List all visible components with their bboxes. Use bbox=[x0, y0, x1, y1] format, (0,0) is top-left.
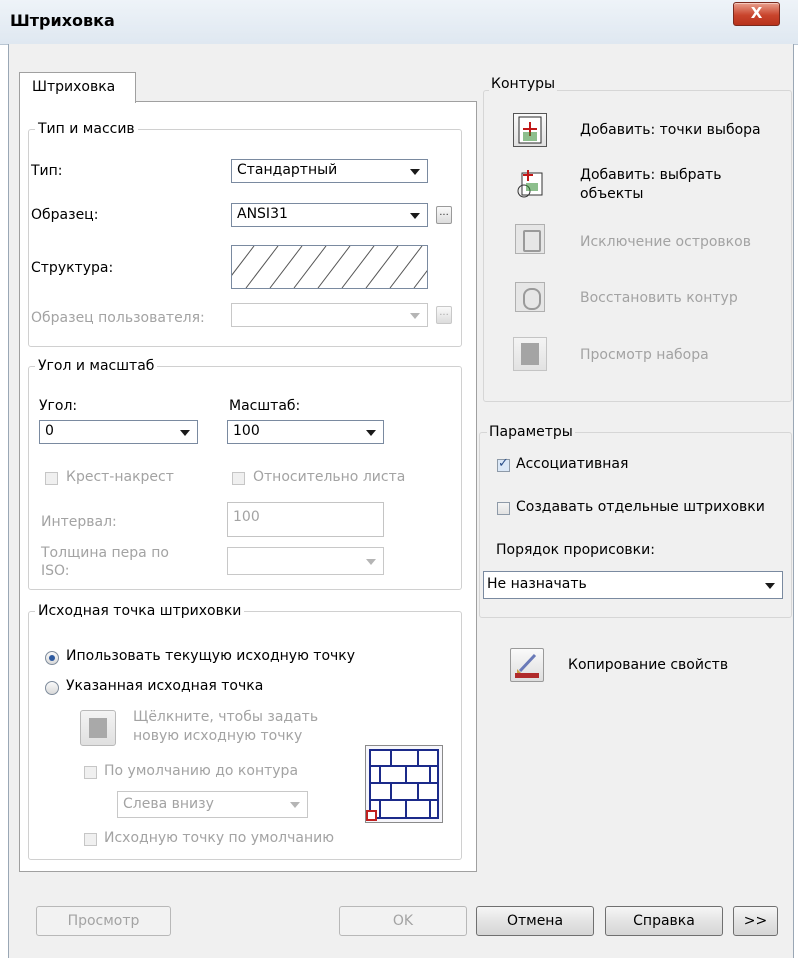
brush-icon bbox=[515, 653, 539, 678]
angle-select-value: 0 bbox=[45, 423, 54, 439]
relative-paper-checkbox[interactable] bbox=[232, 472, 245, 485]
type-label: Тип: bbox=[31, 163, 63, 179]
help-button[interactable]: Справка bbox=[605, 906, 723, 936]
view-selection-icon bbox=[521, 343, 539, 365]
origin-position-value: Слева внизу bbox=[123, 796, 214, 812]
store-default-origin-checkbox[interactable] bbox=[84, 833, 97, 846]
recreate-boundary-label: Восстановить контур bbox=[580, 290, 738, 306]
pattern-browse-button[interactable]: ... bbox=[436, 206, 452, 224]
click-set-origin-text-2: новую исходную точку bbox=[133, 728, 303, 744]
add-pick-points-button[interactable] bbox=[513, 113, 547, 147]
double-label: Крест-накрест bbox=[66, 469, 174, 485]
inherit-properties-label: Копирование свойств bbox=[568, 657, 729, 673]
chevron-down-icon bbox=[405, 306, 425, 324]
angle-label: Угол: bbox=[39, 398, 78, 414]
default-to-boundary-label: По умолчанию до контура bbox=[104, 763, 299, 779]
default-to-boundary-checkbox[interactable] bbox=[84, 766, 97, 779]
angle-select[interactable]: 0 bbox=[39, 420, 198, 444]
scale-select-value: 100 bbox=[233, 423, 260, 439]
origin-position-select[interactable]: Слева внизу bbox=[117, 791, 308, 818]
inherit-properties-button[interactable] bbox=[510, 648, 544, 682]
store-default-origin-label: Исходную точку по умолчанию bbox=[104, 830, 334, 846]
spacing-input-value: 100 bbox=[233, 509, 260, 525]
add-pick-points-label: Добавить: точки выбора bbox=[580, 122, 761, 138]
view-selection-button[interactable] bbox=[513, 337, 547, 371]
draw-order-label: Порядок прорисовки: bbox=[496, 542, 655, 558]
separate-hatches-label: Создавать отдельные штриховки bbox=[516, 499, 765, 515]
remove-islands-button[interactable] bbox=[515, 224, 545, 254]
custom-pattern-label: Образец пользователя: bbox=[31, 310, 205, 326]
window-title: Штриховка bbox=[10, 11, 115, 30]
custom-browse-button[interactable]: ... bbox=[436, 306, 452, 324]
close-button[interactable]: X bbox=[733, 2, 780, 26]
contours-legend: Контуры bbox=[489, 76, 558, 92]
chevron-down-icon bbox=[405, 206, 425, 224]
pattern-select-value: ANSI31 bbox=[237, 206, 288, 222]
hatch-swatch[interactable] bbox=[221, 245, 447, 289]
separate-hatches-checkbox[interactable] bbox=[497, 502, 510, 515]
chevron-down-icon bbox=[760, 576, 780, 594]
draw-order-select[interactable]: Не назначать bbox=[483, 571, 783, 599]
pick-points-icon bbox=[518, 116, 542, 144]
brick-pattern-icon bbox=[366, 749, 439, 821]
set-origin-icon bbox=[89, 718, 107, 738]
iso-pen-select[interactable] bbox=[227, 547, 384, 575]
associative-checkbox[interactable] bbox=[497, 456, 510, 472]
hatch-pattern-preview bbox=[221, 245, 447, 289]
scale-label: Масштаб: bbox=[229, 398, 301, 414]
chevron-down-icon bbox=[175, 423, 195, 441]
double-checkbox[interactable] bbox=[45, 472, 58, 485]
structure-label: Структура: bbox=[31, 260, 114, 276]
draw-order-value: Не назначать bbox=[487, 576, 587, 592]
type-select-value: Стандартный bbox=[237, 162, 338, 178]
associative-label: Ассоциативная bbox=[516, 456, 629, 472]
more-options-button[interactable]: >> bbox=[733, 906, 778, 936]
specified-origin-radio[interactable] bbox=[45, 681, 59, 695]
add-select-objects-label-2: объекты bbox=[580, 186, 644, 202]
spacing-input[interactable]: 100 bbox=[227, 502, 384, 537]
chevron-down-icon bbox=[405, 162, 425, 180]
title-bar: Штриховка X bbox=[0, 0, 798, 45]
use-current-origin-label: Ипользовать текущую исходную точку bbox=[66, 648, 356, 664]
remove-islands-icon bbox=[523, 230, 541, 252]
spacing-label: Интервал: bbox=[41, 514, 117, 530]
pattern-select[interactable]: ANSI31 bbox=[231, 203, 428, 227]
origin-legend: Исходная точка штриховки bbox=[38, 603, 242, 619]
options-legend: Параметры bbox=[487, 424, 575, 440]
chevron-down-icon bbox=[361, 423, 381, 441]
type-select[interactable]: Стандартный bbox=[231, 159, 428, 183]
angle-scale-legend: Угол и масштаб bbox=[38, 358, 155, 374]
view-selection-label: Просмотр набора bbox=[580, 347, 709, 363]
iso-pen-label-line2: ISO: bbox=[41, 563, 70, 579]
custom-pattern-select[interactable] bbox=[231, 303, 428, 327]
select-objects-icon bbox=[517, 170, 543, 198]
add-select-objects-button[interactable] bbox=[513, 167, 547, 201]
set-origin-button[interactable] bbox=[80, 710, 116, 746]
chevron-down-icon bbox=[285, 795, 305, 813]
type-pattern-legend: Тип и массив bbox=[38, 121, 135, 137]
relative-paper-label: Относительно листа bbox=[253, 469, 406, 485]
tab-label: Штриховка bbox=[32, 79, 116, 95]
use-current-origin-radio[interactable] bbox=[45, 651, 59, 665]
pattern-label: Образец: bbox=[31, 207, 99, 223]
ok-button[interactable]: OK bbox=[339, 906, 467, 936]
origin-preview bbox=[365, 745, 443, 823]
add-select-objects-label-1: Добавить: выбрать bbox=[580, 167, 722, 183]
remove-islands-label: Исключение островков bbox=[580, 234, 751, 250]
iso-pen-label-line1: Толщина пера по bbox=[41, 545, 169, 561]
cancel-button[interactable]: Отмена bbox=[476, 906, 594, 936]
chevron-down-icon bbox=[361, 552, 381, 570]
scale-select[interactable]: 100 bbox=[227, 420, 384, 444]
recreate-boundary-icon bbox=[523, 288, 541, 310]
recreate-boundary-button[interactable] bbox=[515, 282, 545, 312]
preview-button[interactable]: Просмотр bbox=[36, 906, 171, 936]
click-set-origin-text-1: Щёлкните, чтобы задать bbox=[133, 709, 319, 725]
specified-origin-label: Указанная исходная точка bbox=[66, 678, 264, 694]
tab-hatch[interactable]: Штриховка bbox=[19, 72, 136, 103]
